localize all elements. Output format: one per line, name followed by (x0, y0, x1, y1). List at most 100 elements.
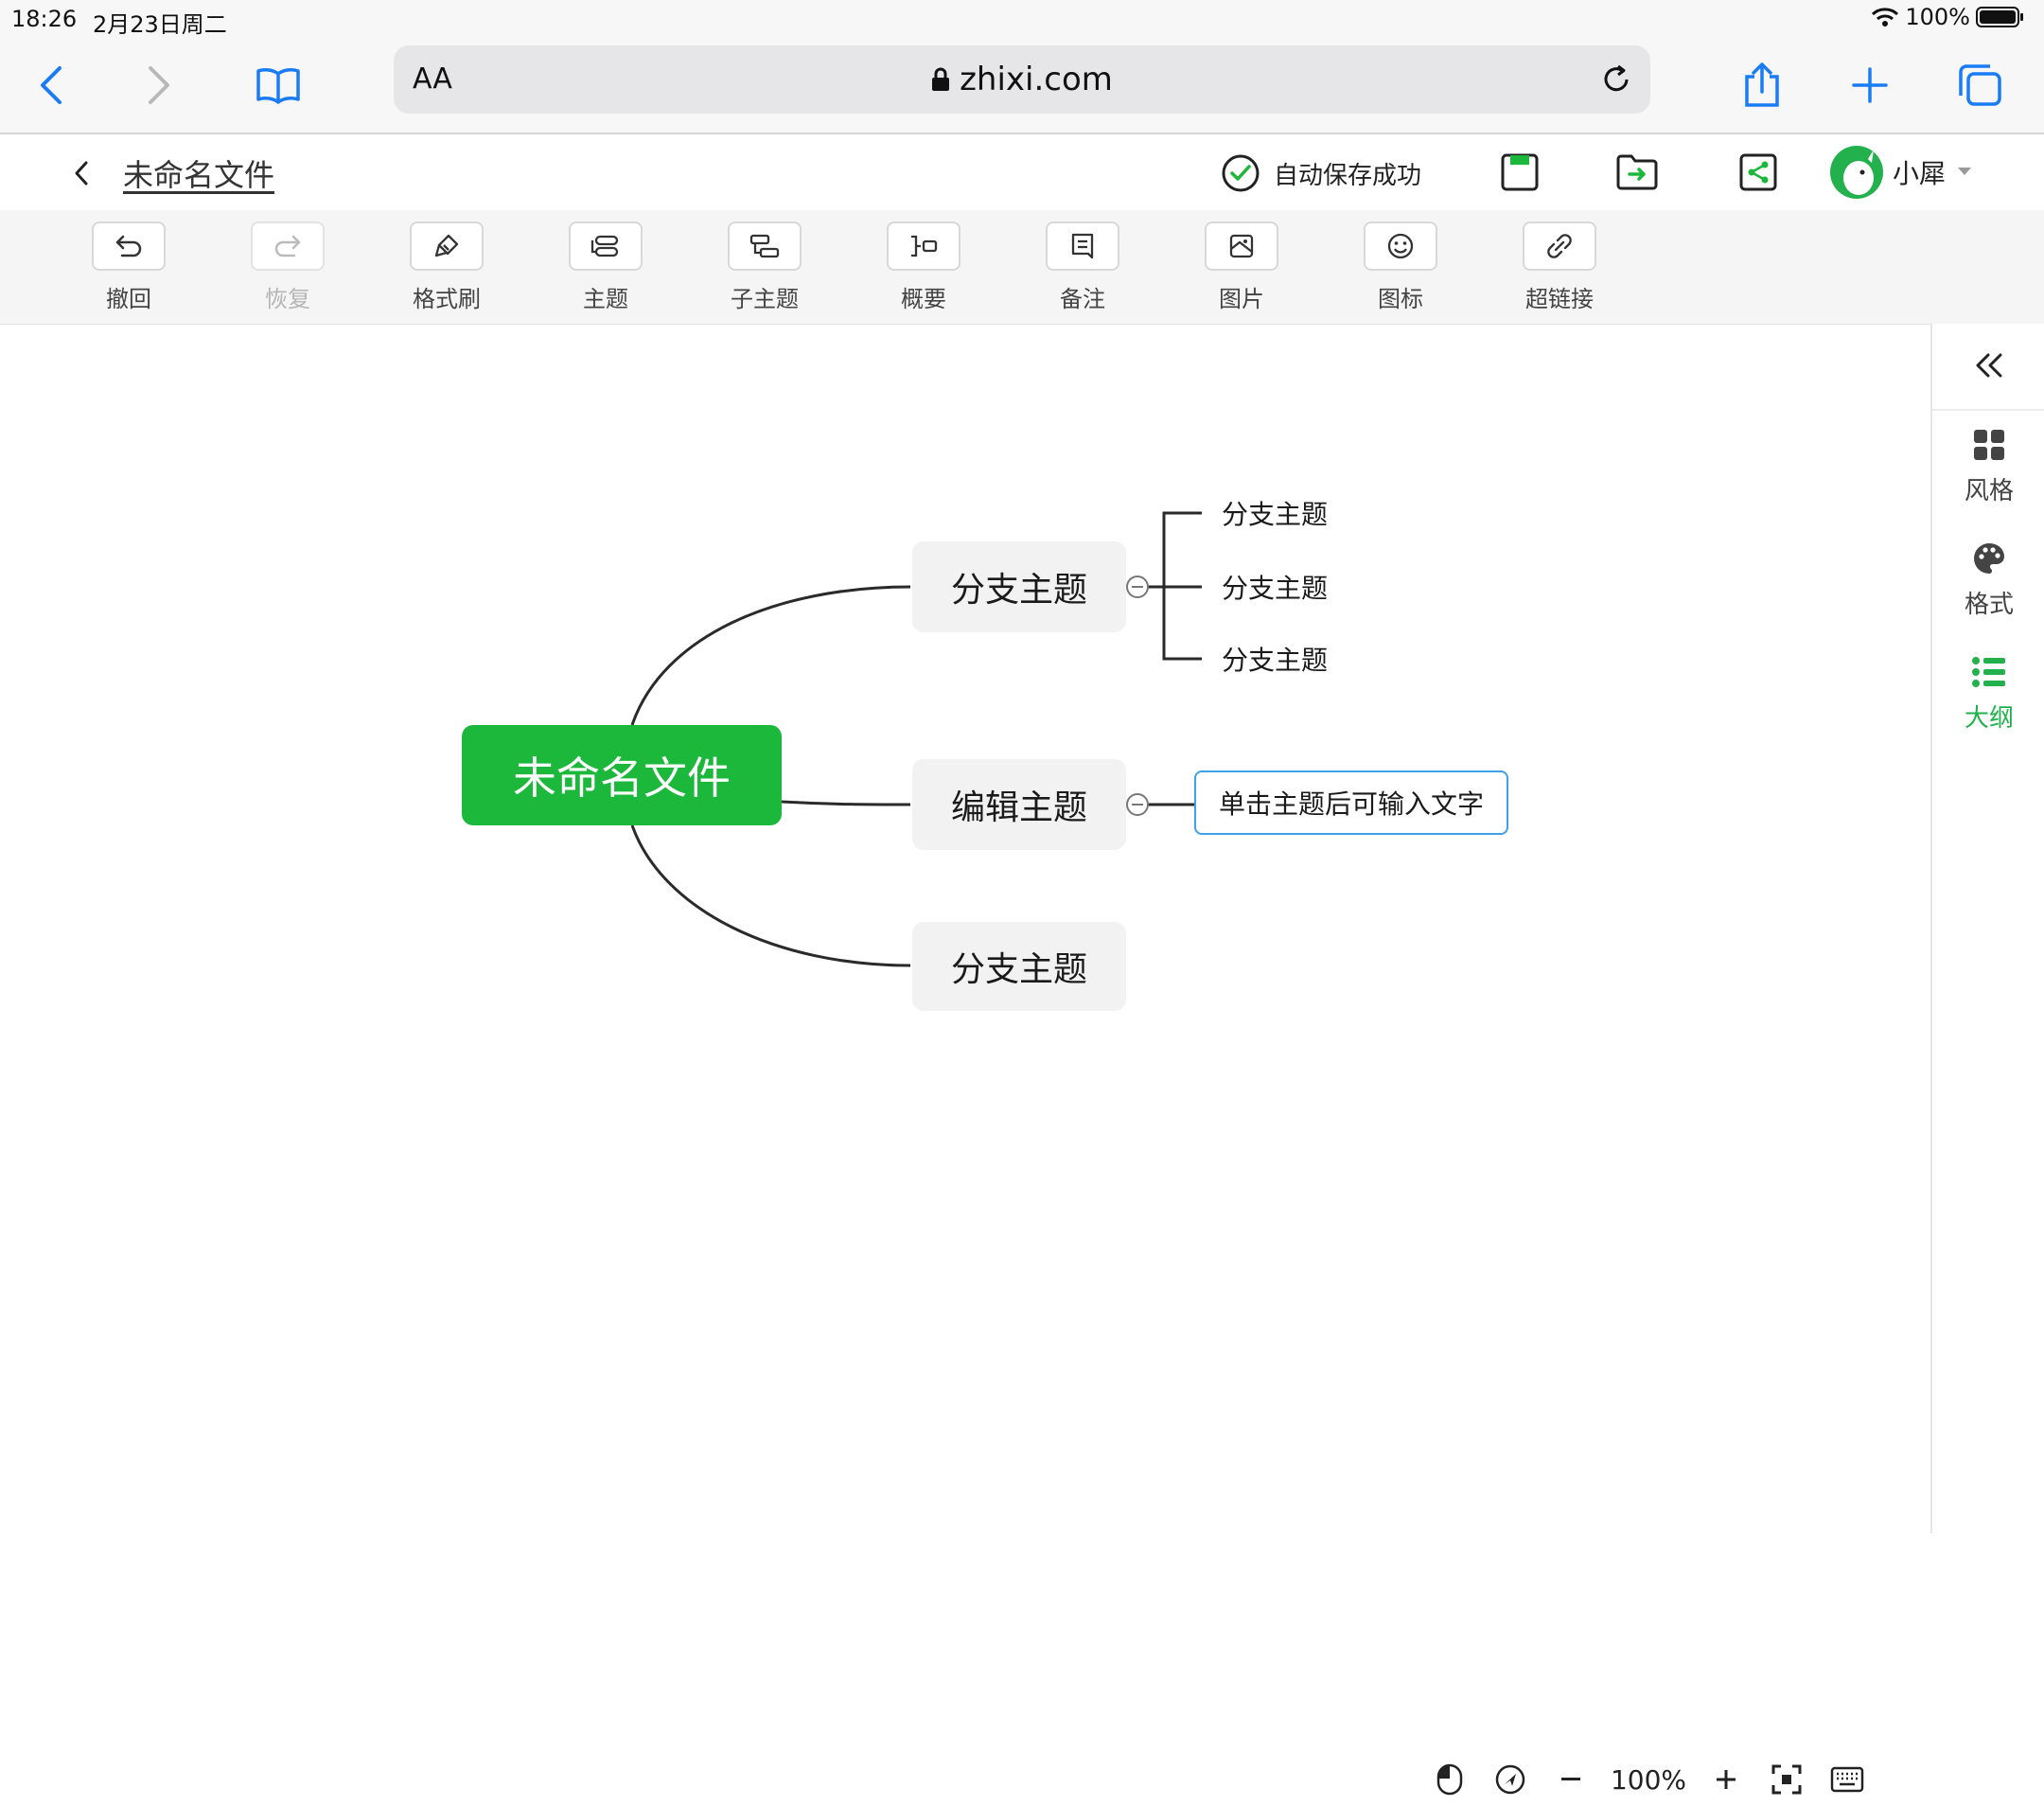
book-icon (256, 68, 300, 104)
status-date: 2月23日周二 (93, 11, 227, 38)
palette-icon (1974, 543, 2004, 574)
format-brush-icon (434, 234, 459, 257)
outline-icon (1972, 657, 2005, 687)
forward-button[interactable] (129, 55, 189, 115)
subtopic-button[interactable]: 子主题 (725, 221, 804, 313)
zoom-in-button[interactable] (1696, 1753, 1756, 1806)
collapse-toggle-icon (1126, 575, 1149, 598)
style-panel-tab[interactable]: 风格 (1932, 428, 2044, 506)
rhino-avatar-icon (1843, 150, 1874, 195)
redo-label: 恢复 (265, 286, 310, 312)
format-brush-label: 格式刷 (413, 286, 481, 312)
image-label: 图片 (1219, 286, 1264, 312)
folder-export-icon (1616, 154, 1658, 190)
emoji-button[interactable]: 图标 (1361, 221, 1440, 313)
undo-button[interactable]: 撤回 (89, 221, 168, 313)
mouse-icon (1436, 1763, 1463, 1796)
subtopic[interactable]: 分支主题 (1213, 568, 1336, 606)
url-display: zhixi.com (394, 61, 1650, 98)
root-topic[interactable]: 未命名文件 (462, 725, 782, 825)
chevron-left-icon (41, 66, 62, 104)
collapse-toggle-icon (1126, 793, 1149, 816)
zoom-controls: 100% (1419, 1753, 1877, 1806)
format-brush-button[interactable]: 格式刷 (407, 221, 486, 313)
address-bar[interactable]: AA zhixi.com (394, 45, 1650, 114)
status-bar: 18:26 2月23日周二 100% (0, 0, 2044, 38)
reload-icon[interactable] (1599, 62, 1633, 97)
save-status: 自动保存成功 (1221, 153, 1421, 193)
user-name[interactable]: 小犀 (1893, 153, 1946, 191)
outline-panel-label: 大纲 (1964, 704, 2014, 733)
save-icon (1501, 153, 1539, 191)
subtopic[interactable]: 分支主题 (1213, 640, 1336, 678)
summary-button[interactable]: 概要 (884, 221, 963, 313)
save-status-text: 自动保存成功 (1274, 161, 1422, 190)
undo-icon (115, 235, 142, 257)
link-button[interactable]: 超链接 (1520, 221, 1599, 313)
export-button[interactable] (1612, 148, 1662, 197)
subtopic-label: 子主题 (731, 286, 799, 312)
back-button[interactable] (21, 55, 81, 115)
image-button[interactable]: 图片 (1202, 221, 1281, 313)
summary-label: 概要 (901, 286, 946, 312)
topic-label: 主题 (583, 286, 628, 312)
subtopic[interactable]: 分支主题 (1213, 494, 1336, 532)
note-icon (1071, 233, 1094, 259)
wifi-icon (1872, 8, 1899, 27)
note-button[interactable]: 备注 (1043, 221, 1122, 313)
topic-icon (590, 235, 619, 257)
mindmap-canvas[interactable]: 未命名文件 分支主题 编辑主题 分支主题 分支主题 分支主题 分支主题 单击主题… (0, 324, 1930, 1796)
topic-button[interactable]: 主题 (566, 221, 645, 313)
share-nodes-icon (1739, 153, 1777, 191)
share-icon (1745, 62, 1779, 107)
redo-icon (274, 235, 301, 257)
navigate-button[interactable] (1480, 1753, 1541, 1806)
link-icon (1547, 234, 1572, 258)
summary-icon (911, 235, 938, 257)
format-panel-label: 格式 (1964, 591, 2014, 619)
back-arrow-icon[interactable] (72, 159, 91, 187)
zoom-level: 100% (1610, 1763, 1687, 1796)
browser-toolbar: AA zhixi.com (0, 38, 2044, 134)
branch-topic[interactable]: 编辑主题 (912, 759, 1126, 850)
minus-icon (1561, 1778, 1580, 1780)
format-panel-tab[interactable]: 格式 (1932, 541, 2044, 620)
fit-screen-button[interactable] (1756, 1753, 1817, 1806)
status-indicators: 100% (1871, 4, 2025, 30)
mouse-mode-button[interactable] (1419, 1753, 1480, 1806)
battery-level: 100% (1905, 4, 1970, 30)
redo-button[interactable]: 恢复 (248, 221, 327, 313)
image-icon (1229, 234, 1254, 258)
collapse-panel-icon[interactable] (1974, 352, 2004, 379)
caret-down-icon[interactable] (1957, 167, 1972, 176)
grid-icon (1974, 430, 2004, 460)
save-button[interactable] (1495, 148, 1544, 197)
emoji-label: 图标 (1378, 286, 1423, 312)
outline-panel-tab[interactable]: 大纲 (1932, 655, 2044, 734)
share-file-button[interactable] (1734, 148, 1783, 197)
compass-icon (1495, 1764, 1525, 1795)
note-label: 备注 (1060, 286, 1105, 312)
url-text: zhixi.com (960, 61, 1113, 98)
emoji-icon (1387, 233, 1414, 259)
bookmarks-button[interactable] (248, 55, 308, 115)
branch-topic[interactable]: 分支主题 (912, 541, 1126, 632)
check-circle-icon (1222, 154, 1260, 192)
chevron-right-icon (149, 66, 169, 104)
avatar[interactable] (1830, 146, 1883, 199)
share-button[interactable] (1732, 55, 1792, 115)
subtopic-icon (749, 234, 780, 258)
app-header: 未命名文件 自动保存成功 小犀 (0, 134, 2044, 211)
lock-icon (932, 67, 950, 91)
document-title[interactable]: 未命名文件 (123, 151, 274, 195)
keyboard-shortcuts-button[interactable] (1817, 1753, 1877, 1806)
tabs-icon (1959, 64, 2001, 106)
right-side-panel: 风格 格式 大纲 (1930, 324, 2044, 1533)
link-label: 超链接 (1525, 286, 1594, 312)
edit-toolbar: 撤回 恢复 格式刷 主题 子主题 概要 备注 图片 图标 超链接 (0, 210, 2044, 325)
new-tab-button[interactable] (1840, 55, 1900, 115)
zoom-out-button[interactable] (1541, 1753, 1601, 1806)
tabs-button[interactable] (1949, 55, 2010, 115)
editing-subtopic[interactable]: 单击主题后可输入文字 (1194, 770, 1508, 835)
branch-topic[interactable]: 分支主题 (912, 922, 1126, 1011)
